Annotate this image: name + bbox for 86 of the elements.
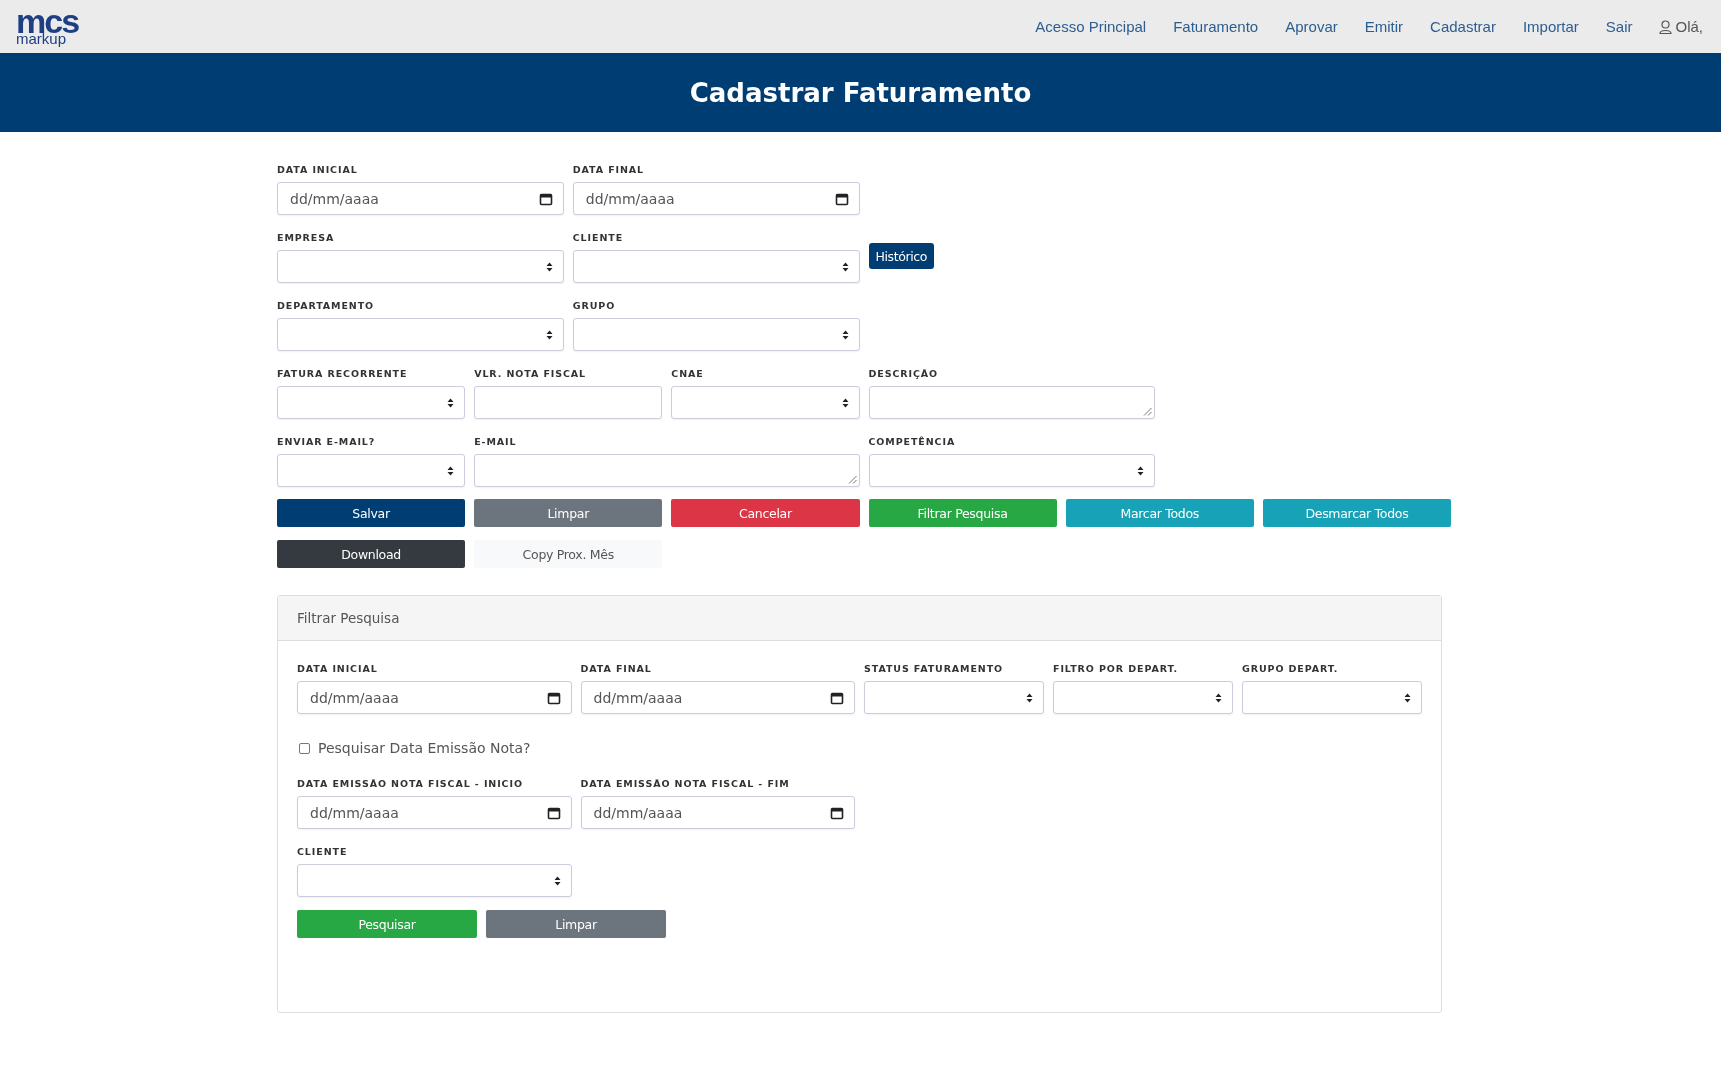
select-caret-icon <box>1026 692 1033 703</box>
select-caret-icon <box>447 465 455 476</box>
select-field[interactable] <box>572 318 860 351</box>
select-field[interactable] <box>1053 681 1233 714</box>
action-button[interactable]: Marcar Todos <box>1065 499 1254 527</box>
action-button[interactable]: Limpar <box>486 910 666 938</box>
calendar-icon[interactable] <box>830 690 844 705</box>
calendar-icon[interactable] <box>830 805 844 820</box>
select-caret-icon <box>447 397 455 408</box>
select-field[interactable] <box>277 318 564 351</box>
calendar-icon[interactable] <box>834 191 849 206</box>
select-field[interactable] <box>277 250 564 283</box>
nav-link[interactable]: Sair <box>1605 18 1633 35</box>
user-menu[interactable]: Olá, <box>1659 18 1703 35</box>
select-caret-icon <box>1137 465 1145 476</box>
field-label: DATA EMISSÃO NOTA FISCAL - INICIO <box>297 778 524 789</box>
field-label: CLIENTE <box>297 846 349 857</box>
history-button[interactable]: Histórico <box>868 243 934 269</box>
select-field[interactable] <box>277 386 466 419</box>
date-field[interactable]: dd/mm/aaaa <box>572 182 860 215</box>
field-label: CNAE <box>671 368 705 379</box>
field-label: E-MAIL <box>474 436 518 447</box>
select-field[interactable] <box>277 454 466 487</box>
calendar-icon[interactable] <box>546 805 561 820</box>
panel-title: Filtrar Pesquisa <box>297 610 400 626</box>
field-label: FILTRO POR DEPART. <box>1053 663 1179 674</box>
field-label: DATA EMISSÃO NOTA FISCAL - FIM <box>580 778 791 789</box>
action-button[interactable]: Limpar <box>474 499 663 527</box>
select-field[interactable] <box>671 386 860 419</box>
calendar-icon[interactable] <box>538 191 553 206</box>
nav-link[interactable]: Importar <box>1522 18 1579 35</box>
nav-link[interactable]: Faturamento <box>1173 18 1259 35</box>
date-field[interactable]: dd/mm/aaaa <box>580 681 855 714</box>
select-caret-icon <box>841 397 849 408</box>
select-caret-icon <box>1215 692 1222 703</box>
field-label: EMPRESA <box>277 232 336 243</box>
field-label: VLR. NOTA FISCAL <box>474 368 588 379</box>
select-field[interactable] <box>1242 681 1422 714</box>
nav-link[interactable]: Cadastrar <box>1430 18 1496 35</box>
copy-button[interactable]: Copy Prox. Mês <box>474 540 663 568</box>
checkbox[interactable] <box>299 742 310 754</box>
select-caret-icon <box>553 875 561 886</box>
field-label: DATA INICIAL <box>277 164 359 175</box>
checkbox-option[interactable]: Pesquisar Data Emissão Nota? <box>299 740 1422 756</box>
action-button[interactable]: Download <box>277 540 466 568</box>
action-button[interactable]: Pesquisar <box>297 910 477 938</box>
nav-link[interactable]: Aprovar <box>1285 18 1338 35</box>
field-label: DESCRIÇÃO <box>868 368 940 379</box>
field-label: GRUPO DEPART. <box>1242 663 1340 674</box>
field-label: ENVIAR E-MAIL? <box>277 436 377 447</box>
textarea-field[interactable] <box>868 386 1156 419</box>
select-field[interactable] <box>864 681 1044 714</box>
textarea-field[interactable] <box>474 454 860 487</box>
select-caret-icon <box>841 261 849 272</box>
date-field[interactable]: dd/mm/aaaa <box>277 182 564 215</box>
page-title: Cadastrar Faturamento <box>689 77 1032 108</box>
select-field[interactable] <box>297 864 572 897</box>
field-label: DATA FINAL <box>580 663 653 674</box>
action-button[interactable]: Desmarcar Todos <box>1262 499 1451 527</box>
field-label: DATA FINAL <box>572 164 646 175</box>
select-caret-icon <box>841 329 849 340</box>
calendar-icon[interactable] <box>546 690 561 705</box>
select-field[interactable] <box>868 454 1156 487</box>
field-label: DEPARTAMENTO <box>277 300 376 311</box>
user-icon <box>1659 19 1673 34</box>
nav-link[interactable]: Emitir <box>1364 18 1404 35</box>
nav-link[interactable]: Acesso Principal <box>1035 18 1147 35</box>
select-caret-icon <box>1404 692 1411 703</box>
select-caret-icon <box>545 329 553 340</box>
text-field[interactable] <box>474 386 663 419</box>
field-label: FATURA RECORRENTE <box>277 368 409 379</box>
field-label: STATUS FATURAMENTO <box>864 663 1005 674</box>
resize-handle-icon[interactable] <box>847 475 857 484</box>
date-field[interactable]: dd/mm/aaaa <box>297 796 572 829</box>
field-label: DATA INICIAL <box>297 663 379 674</box>
select-field[interactable] <box>572 250 860 283</box>
action-button[interactable]: Salvar <box>277 499 466 527</box>
field-label: CLIENTE <box>572 232 625 243</box>
field-label: GRUPO <box>572 300 617 311</box>
date-field[interactable]: dd/mm/aaaa <box>297 681 572 714</box>
action-button[interactable]: Filtrar Pesquisa <box>868 499 1057 527</box>
field-label: COMPETÊNCIA <box>868 436 957 447</box>
date-field[interactable]: dd/mm/aaaa <box>580 796 855 829</box>
resize-handle-icon[interactable] <box>1143 407 1153 416</box>
action-button[interactable]: Cancelar <box>671 499 860 527</box>
select-caret-icon <box>545 261 553 272</box>
